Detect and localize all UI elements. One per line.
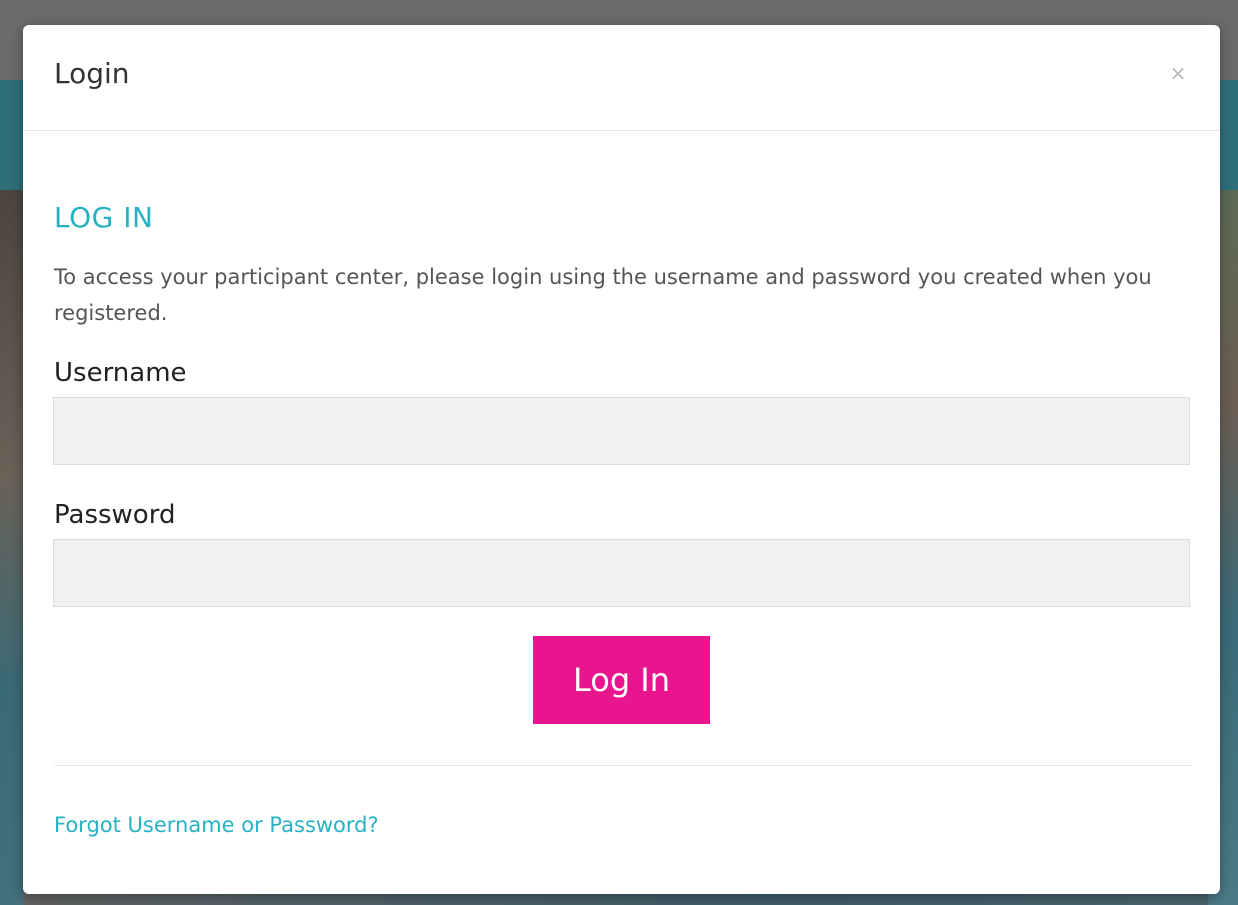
forgot-credentials-link[interactable]: Forgot Username or Password? [54,813,379,837]
password-label: Password [54,500,176,530]
password-input[interactable] [53,539,1190,607]
modal-header: Login × [23,25,1220,131]
login-modal: Login × LOG IN To access your participan… [23,25,1220,894]
username-input[interactable] [53,397,1190,465]
login-button[interactable]: Log In [533,636,710,724]
modal-title: Login [54,57,130,90]
close-icon[interactable]: × [1166,61,1190,85]
login-heading: LOG IN [54,201,154,234]
login-instructions: To access your participant center, pleas… [54,265,1152,325]
footer-divider [54,765,1192,766]
username-label: Username [54,358,187,388]
backdrop-hero-left [0,190,24,905]
